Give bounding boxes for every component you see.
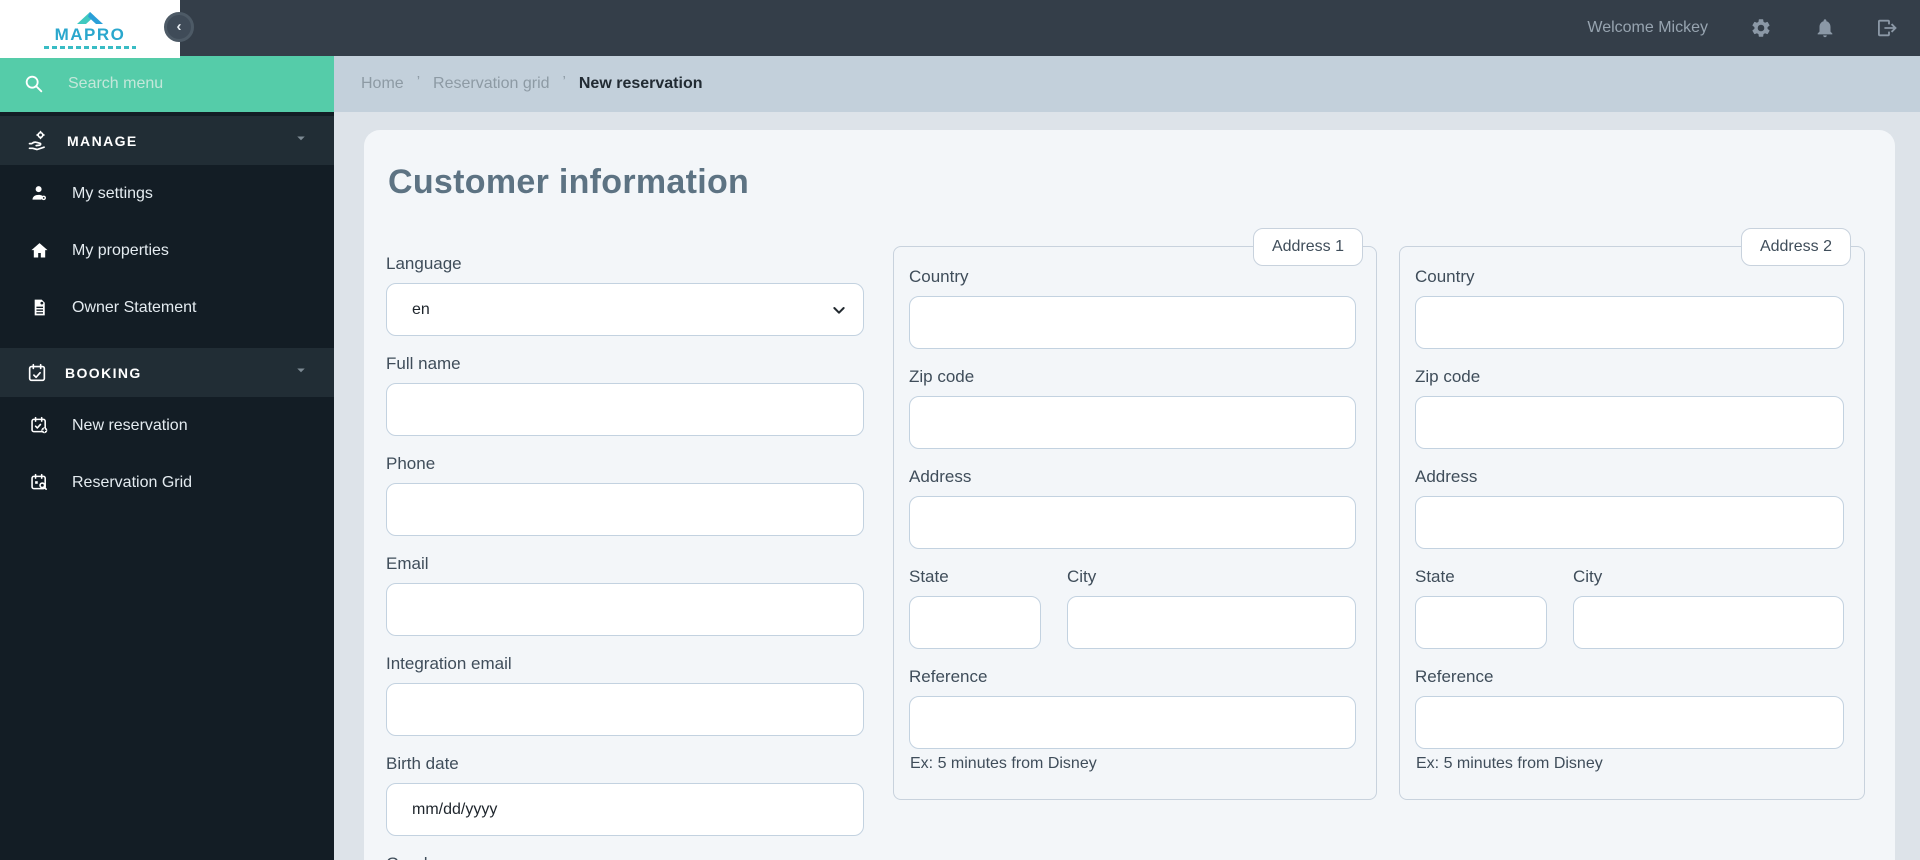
city-label: City [1573,567,1603,586]
calendar-search-icon [29,472,50,493]
sidebar-item-reservation-grid[interactable]: Reservation Grid [0,454,334,511]
integration-email-label: Integration email [386,654,512,673]
country-label: Country [909,267,969,286]
address-label: Address [1415,467,1478,486]
full-name-label: Full name [386,354,461,373]
brand-tagline [44,45,136,49]
sidebar-item-my-properties[interactable]: My properties [0,222,334,279]
logout-icon[interactable] [1878,17,1900,39]
sidebar-item-new-reservation[interactable]: New reservation [0,397,334,454]
calendar-check-icon [26,362,48,384]
customer-information-card: Customer information Language en Full na… [364,130,1895,860]
address-1-panel: Address 1 Country Zip code Address State… [893,228,1377,800]
sidebar-item-label: Reservation Grid [72,473,193,491]
reference-label: Reference [909,667,988,686]
address-2-panel: Address 2 Country Zip code Address State… [1399,228,1865,800]
breadcrumb-home[interactable]: Home [361,75,404,93]
sidebar-search[interactable] [0,56,334,112]
page-title: Customer information [388,163,750,201]
reference-hint: Ex: 5 minutes from Disney [910,755,1097,772]
address-1-state-input[interactable] [909,596,1041,649]
breadcrumb-separator: ’ [416,72,421,90]
address-1-city-input[interactable] [1067,596,1356,649]
address-2-country-input[interactable] [1415,296,1844,349]
full-name-input[interactable] [386,383,864,436]
phone-input[interactable] [386,483,864,536]
reference-label: Reference [1415,667,1494,686]
chevron-down-icon [292,129,310,152]
section-label: MANAGE [67,132,138,149]
chevron-left-icon: ‹ [176,17,182,35]
brand-name: MAPRO [54,24,126,44]
search-input[interactable] [68,75,308,93]
sidebar-item-label: Owner Statement [72,298,197,316]
language-label: Language [386,254,462,273]
notifications-bell-icon[interactable] [1814,17,1836,39]
mountain-logo-icon [77,11,103,24]
phone-label: Phone [386,454,436,473]
address-2-city-input[interactable] [1573,596,1844,649]
address-1-zip-input[interactable] [909,396,1356,449]
sidebar: MANAGE My settings My properties [0,56,334,860]
reference-hint: Ex: 5 minutes from Disney [1416,755,1603,772]
page-content: Customer information Language en Full na… [334,112,1920,860]
birth-date-label: Birth date [386,754,459,773]
chevron-down-icon [292,361,310,384]
zip-code-label: Zip code [909,367,975,386]
address-2-state-input[interactable] [1415,596,1547,649]
sidebar-item-label: New reservation [72,416,188,434]
country-label: Country [1415,267,1475,286]
hand-gear-icon [26,129,50,153]
zip-code-label: Zip code [1415,367,1481,386]
breadcrumb-reservation-grid[interactable]: Reservation grid [433,75,550,93]
sidebar-section-manage[interactable]: MANAGE [0,116,334,165]
main-area: Home ’ Reservation grid ’ New reservatio… [334,56,1920,860]
language-select[interactable]: en [386,283,864,336]
address-label: Address [909,467,972,486]
email-input[interactable] [386,583,864,636]
house-icon [29,240,50,261]
search-icon [25,75,43,93]
address-2-zip-input[interactable] [1415,396,1844,449]
settings-gear-icon[interactable] [1750,17,1772,39]
city-label: City [1067,567,1097,586]
top-navbar: Welcome Mickey [0,0,1920,56]
breadcrumb: Home ’ Reservation grid ’ New reservatio… [334,56,1920,112]
customer-fields-column: Language en Full name Phone Email Integr… [386,232,864,860]
sidebar-item-my-settings[interactable]: My settings [0,165,334,222]
breadcrumb-separator: ’ [562,72,566,90]
sidebar-item-label: My properties [72,241,169,259]
user-gear-icon [29,183,50,204]
state-label: State [909,567,949,586]
email-label: Email [386,554,429,573]
sidebar-collapse-button[interactable]: ‹ [164,12,194,42]
sidebar-item-owner-statement[interactable]: Owner Statement [0,279,334,336]
state-label: State [1415,567,1455,586]
address-1-reference-input[interactable] [909,696,1356,749]
address-2-legend: Address 2 [1740,228,1851,266]
address-2-reference-input[interactable] [1415,696,1844,749]
address-1-legend: Address 1 [1252,228,1363,266]
calendar-new-icon [29,415,50,436]
integration-email-input[interactable] [386,683,864,736]
address-2-address-input[interactable] [1415,496,1844,549]
document-icon [29,297,50,318]
section-label: BOOKING [65,364,142,381]
welcome-text: Welcome Mickey [1587,19,1708,36]
brand-logo[interactable]: MAPRO [0,0,180,58]
birth-date-input[interactable] [386,783,864,836]
address-1-country-input[interactable] [909,296,1356,349]
sidebar-item-label: My settings [72,184,153,202]
sidebar-section-booking[interactable]: BOOKING [0,348,334,397]
address-1-address-input[interactable] [909,496,1356,549]
breadcrumb-current-page: New reservation [578,75,703,92]
gender-label: Gender [386,854,864,860]
